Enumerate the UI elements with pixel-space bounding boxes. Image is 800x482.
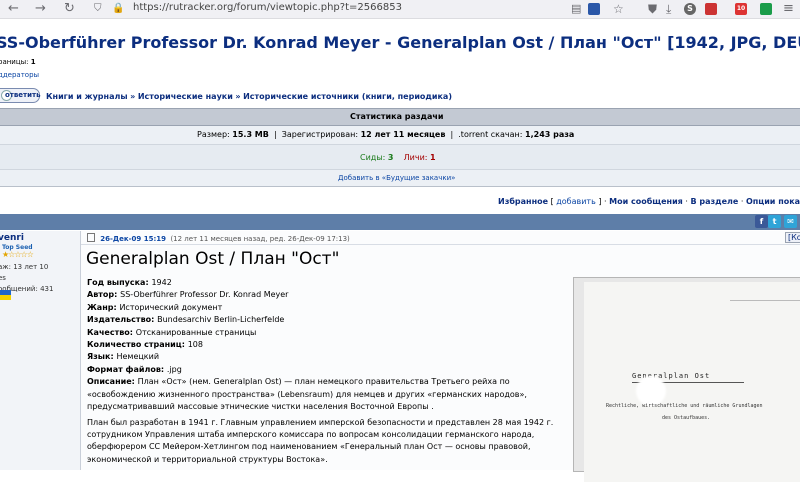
seeds-value: 3 xyxy=(387,153,394,162)
post-date-line: 26-Дек-09 15:19 (12 лет 11 месяцев назад… xyxy=(87,233,350,243)
pocket-icon[interactable]: ⛊ xyxy=(648,0,657,18)
author-nickname[interactable]: venri xyxy=(0,233,24,243)
registered-label: Зарегистрирован: xyxy=(281,130,359,139)
shield-icon: ⛉ xyxy=(94,3,102,14)
leech-value: 1 xyxy=(430,153,436,162)
experience-label: аж: xyxy=(0,263,11,271)
size-label: Размер: xyxy=(197,130,230,139)
prop-quality: Качество: Отсканированные страницы xyxy=(87,327,257,337)
browser-toolbar: ← → ↻ ⛉ 🔒 https://rutracker.org/forum/vi… xyxy=(0,0,800,19)
experience-value: 13 лет 10 xyxy=(13,263,49,271)
green-extension-icon[interactable] xyxy=(760,3,772,15)
prop-year: Год выпуска: 1942 xyxy=(87,278,172,287)
post-link-icon[interactable] xyxy=(87,233,95,242)
breadcrumb-item[interactable]: Книги и журналы xyxy=(46,92,128,101)
my-messages-link[interactable]: Мои сообщения xyxy=(609,197,683,206)
size-value: 15.3 MB xyxy=(232,130,269,139)
bookmark-star-icon[interactable]: ☆ xyxy=(613,0,624,18)
prop-genre: Жанр: Исторический документ xyxy=(87,302,223,312)
counter-badge-icon[interactable]: 10 xyxy=(735,3,747,15)
user-nav: Избранное [ добавить ] · Мои сообщения ·… xyxy=(498,197,800,206)
reader-view-icon[interactable]: ▤ xyxy=(571,0,581,18)
leech-label: Личи: xyxy=(403,153,428,162)
quote-button[interactable]: [Ко xyxy=(785,232,800,243)
add-favorite-link[interactable]: добавить xyxy=(556,197,596,206)
forward-arrow-icon[interactable]: → xyxy=(35,0,46,18)
registered-value: 12 лет 11 месяцев xyxy=(360,130,446,139)
lock-icon: 🔒 xyxy=(112,3,125,14)
breadcrumb: Книги и журналы » Исторические науки » И… xyxy=(46,92,452,101)
post-header-bar xyxy=(0,214,800,230)
post-date[interactable]: 26-Дек-09 15:19 xyxy=(100,235,166,243)
reply-label: ответить xyxy=(5,91,41,99)
prop-language: Язык: Немецкий xyxy=(87,352,160,362)
stats-title: Статистика раздачи xyxy=(350,112,444,121)
reload-icon[interactable]: ↻ xyxy=(64,0,75,18)
pages-label: раницы: xyxy=(0,58,29,66)
flag-extension-icon[interactable] xyxy=(588,3,600,15)
downloads-icon[interactable]: ⤓ xyxy=(666,0,671,18)
post-properties: Год выпуска: 1942 Автор: SS-Oberführer P… xyxy=(87,277,557,413)
s-extension-icon[interactable]: S xyxy=(684,3,696,15)
twitter-icon[interactable]: t xyxy=(768,215,781,228)
post-edited: (12 лет 11 месяцев назад, ред. 26-Дек-09… xyxy=(170,235,350,243)
breadcrumb-item[interactable]: Исторические источники (книги, периодика… xyxy=(243,92,452,101)
downloaded-value: 1,243 раза xyxy=(525,130,575,139)
stats-size-row: Размер: 15.3 MB | Зарегистрирован: 12 ле… xyxy=(0,126,800,145)
prop-description: Описание: План «Ост» (нем. Generalplan O… xyxy=(87,377,527,412)
topic-title[interactable]: SS-Oberführer Professor Dr. Konrad Meyer… xyxy=(0,33,800,52)
reply-button[interactable]: ответить xyxy=(0,88,41,103)
pages-info: раницы: 1 xyxy=(0,58,36,66)
url-text[interactable]: https://rutracker.org/forum/viewtopic.ph… xyxy=(133,2,402,13)
display-options-link[interactable]: Опции показа xyxy=(746,197,800,206)
messages-value: 431 xyxy=(40,285,54,293)
prop-publisher: Издательство: Bundesarchiv Berlin-Licher… xyxy=(87,315,285,325)
scan-subtitle-2: des Ostaufbaues. xyxy=(662,415,711,421)
seeds-label: Сиды: xyxy=(360,153,386,162)
menu-icon[interactable]: ≡ xyxy=(783,0,794,18)
prop-pages: Количество страниц: 108 xyxy=(87,340,203,350)
prop-format: Формат файлов: .jpg xyxy=(87,364,182,374)
prop-author: Автор: SS-Oberführer Professor Dr. Konra… xyxy=(87,290,289,300)
scan-page: Generalplan Ost Rechtliche, wirtschaftli… xyxy=(584,282,800,482)
favorites-link[interactable]: Избранное xyxy=(498,197,548,206)
pages-value: 1 xyxy=(30,58,36,66)
moderators-link[interactable]: ддераторы xyxy=(0,71,39,79)
stats-peers-row: Сиды: 3 Личи: 1 xyxy=(0,145,800,170)
back-arrow-icon[interactable]: ← xyxy=(8,0,19,18)
ukraine-flag-icon xyxy=(0,290,11,300)
scan-subtitle: Rechtliche, wirtschaftliche und räumlich… xyxy=(606,403,763,409)
breadcrumb-item[interactable]: Исторические науки xyxy=(138,92,233,101)
post-paragraph: План был разработан в 1941 г. Главным уп… xyxy=(87,418,554,464)
experience-more: es xyxy=(0,274,6,282)
rank-stars-icon: ★☆☆☆☆ xyxy=(2,250,34,259)
stats-future-row: Добавить в «Будущие закачки» xyxy=(0,170,800,187)
extension-icon[interactable] xyxy=(705,3,717,15)
add-future-downloads-link[interactable]: Добавить в «Будущие закачки» xyxy=(338,174,455,182)
in-section-link[interactable]: В разделе xyxy=(690,197,738,206)
stats-header: Статистика раздачи xyxy=(0,108,800,126)
share-icon[interactable]: ✉ xyxy=(784,215,797,228)
document-scan-image[interactable]: Generalplan Ost Rechtliche, wirtschaftli… xyxy=(573,277,800,482)
downloaded-label: .torrent скачан: xyxy=(458,130,523,139)
post-title: Generalplan Ost / План "Ост" xyxy=(86,249,340,269)
facebook-icon[interactable]: f xyxy=(755,215,768,228)
